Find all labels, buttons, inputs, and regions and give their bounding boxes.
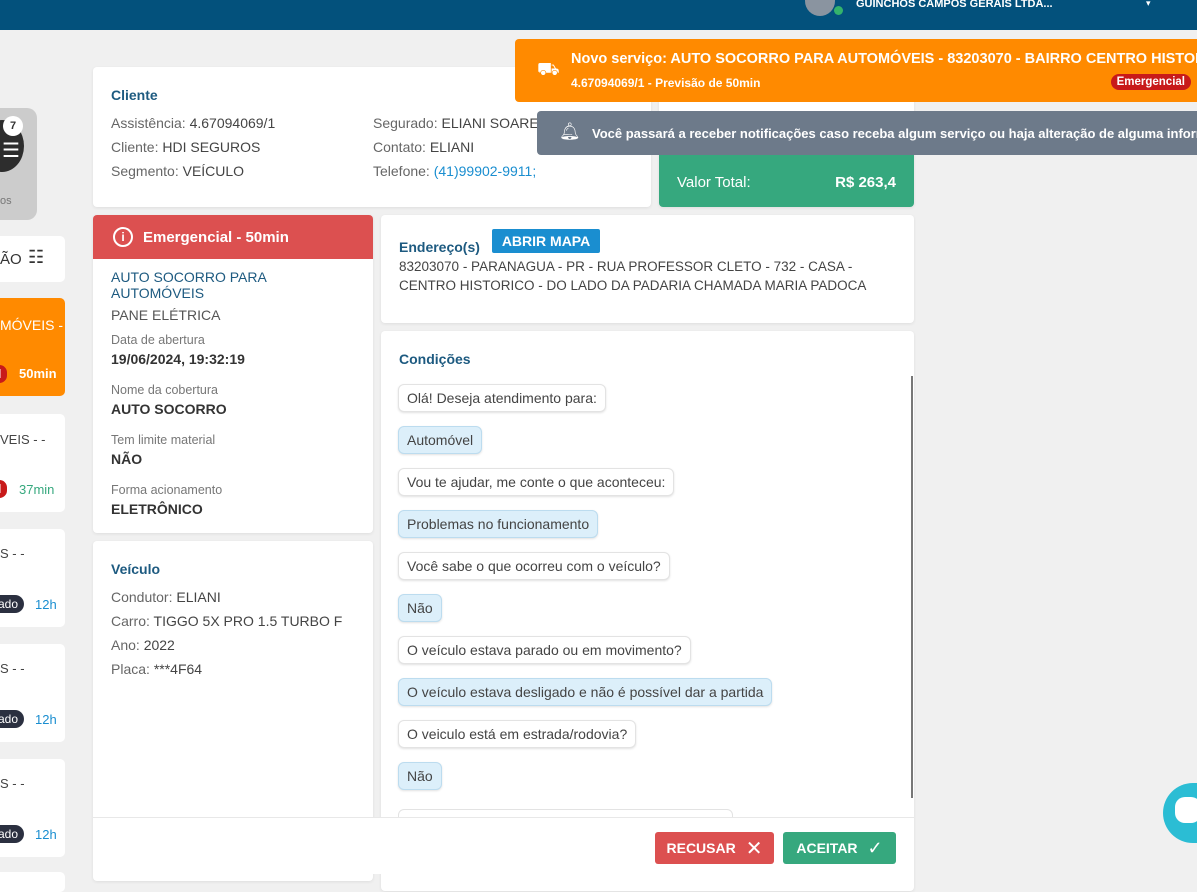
- car-row: Carro: TIGGO 5X PRO 1.5 TURBO F: [111, 613, 343, 629]
- field-label: Tem limite material: [111, 433, 216, 447]
- answer-bubble: O veículo estava desligado e não é possí…: [398, 678, 773, 706]
- card-badge: ado: [0, 710, 25, 728]
- filter-label: ÃO: [0, 251, 22, 268]
- car-icon: ⛟: [537, 59, 560, 79]
- client-row: Cliente: HDI SEGUROS: [111, 139, 261, 155]
- info-text: Você passará a receber notificações caso…: [592, 126, 1197, 141]
- new-service-notification[interactable]: ⛟ Novo serviço: AUTO SOCORRO PARA AUTOMÓ…: [515, 39, 1197, 102]
- card-time: 12h: [35, 827, 57, 842]
- chat-icon: [1175, 797, 1197, 823]
- service-card[interactable]: [0, 872, 65, 892]
- card-title: VEIS - -: [0, 432, 46, 447]
- company-name[interactable]: GUINCHOS CAMPOS GERAIS LTDA...: [856, 0, 1053, 10]
- card-title: S - -: [0, 546, 25, 561]
- card-badge: l: [0, 480, 8, 498]
- answer-bubble: Problemas no funcionamento: [398, 510, 599, 538]
- phone-link[interactable]: (41)99902-9911;: [434, 163, 536, 179]
- card-badge: ado: [0, 825, 25, 843]
- accept-button[interactable]: ACEITAR ✓: [783, 832, 896, 864]
- card-title: S - -: [0, 661, 25, 676]
- sliders-icon[interactable]: ☷: [28, 247, 44, 268]
- emergency-label: Emergencial - 50min: [143, 228, 289, 246]
- service-name: AUTO SOCORRO PARA AUTOMÓVEIS: [111, 269, 267, 301]
- card-badge: l: [0, 365, 8, 383]
- field-value: AUTO SOCORRO: [111, 401, 227, 417]
- total-label: Valor Total:: [677, 174, 751, 191]
- avatar[interactable]: [805, 0, 835, 16]
- field-value: NÃO: [111, 451, 143, 467]
- driver-row: Condutor: ELIANI: [111, 589, 221, 605]
- card-title: MÓVEIS -: [0, 317, 64, 333]
- question-bubble: Olá! Deseja atendimento para:: [398, 384, 606, 412]
- vehicle-title: Veículo: [111, 561, 161, 577]
- notification-subtitle: 4.67094069/1 - Previsão de 50min: [571, 76, 761, 90]
- service-card[interactable]: S - - ado 12h: [0, 529, 65, 627]
- card-title: S - -: [0, 776, 25, 791]
- conditions-title: Condições: [399, 351, 471, 367]
- conditions-card: Condições Olá! Deseja atendimento para: A…: [381, 331, 914, 891]
- field-label: Forma acionamento: [111, 483, 223, 497]
- close-icon: ✕: [745, 837, 763, 860]
- card-time: 50min: [19, 366, 57, 381]
- online-status-dot: [834, 6, 843, 15]
- top-bar: GUINCHOS CAMPOS GERAIS LTDA... ▾: [0, 0, 1197, 30]
- bell-icon: 🔔︎: [559, 122, 581, 141]
- service-card[interactable]: MÓVEIS - l 50min: [0, 298, 65, 396]
- question-bubble: O veículo estava parado ou em movimento?: [398, 636, 691, 664]
- answer-bubble: Não: [398, 594, 442, 622]
- card-time: 12h: [35, 712, 57, 727]
- service-card[interactable]: VEIS - - l 37min: [0, 414, 65, 512]
- filter-bar[interactable]: ÃO ☷: [0, 236, 65, 282]
- plate-row: Placa: ***4F64: [111, 661, 203, 677]
- address-line: 83203070 - PARANAGUA - PR - RUA PROFESSO…: [399, 259, 853, 274]
- question-bubble: Vou te ajudar, me conte o que aconteceu:: [398, 468, 675, 496]
- service-detail-card: i Emergencial - 50min AUTO SOCORRO PARA …: [93, 215, 373, 533]
- segment-row: Segmento: VEÍCULO: [111, 163, 245, 179]
- address-line: CENTRO HISTORICO - DO LADO DA PADARIA CH…: [399, 278, 867, 293]
- chevron-down-icon[interactable]: ▾: [1146, 0, 1151, 9]
- total-value: R$ 263,4: [835, 174, 896, 191]
- tile-label: os: [0, 195, 12, 207]
- service-card[interactable]: S - - ado 12h: [0, 759, 65, 857]
- field-label: Nome da cobertura: [111, 383, 219, 397]
- answer-bubble: Automóvel: [398, 426, 483, 454]
- card-time: 37min: [19, 482, 55, 497]
- service-card[interactable]: S - - ado 12h: [0, 644, 65, 742]
- field-value: ELETRÔNICO: [111, 501, 203, 517]
- chat-widget-button[interactable]: [1163, 783, 1197, 843]
- card-time: 12h: [35, 597, 57, 612]
- info-notification[interactable]: 🔔︎ Você passará a receber notificações c…: [537, 111, 1197, 155]
- question-bubble: O veiculo está em estrada/rodovia?: [398, 720, 637, 748]
- phone-row: Telefone: (41)99902-9911;: [373, 163, 537, 179]
- field-value: 19/06/2024, 19:32:19: [111, 351, 245, 367]
- card-badge: ado: [0, 595, 25, 613]
- year-row: Ano: 2022: [111, 637, 175, 653]
- field-label: Data de abertura: [111, 333, 205, 347]
- address-card: Endereço(s) ABRIR MAPA 83203070 - PARANA…: [381, 215, 914, 323]
- open-map-button[interactable]: ABRIR MAPA: [491, 229, 601, 253]
- chat-list[interactable]: Olá! Deseja atendimento para: Automóvel Vo…: [398, 384, 898, 804]
- assistance-row: Assistência: 4.67094069/1: [111, 115, 276, 131]
- question-bubble: Você sabe o que ocorreu com o veículo?: [398, 552, 670, 580]
- info-icon: i: [113, 227, 133, 247]
- notification-title: Novo serviço: AUTO SOCORRO PARA AUTOMÓVE…: [571, 51, 1197, 67]
- reject-button[interactable]: RECUSAR ✕: [655, 832, 774, 864]
- service-problem: PANE ELÉTRICA: [111, 307, 221, 323]
- count-badge: 7: [3, 116, 23, 136]
- emergency-badge: Emergencial: [1110, 74, 1191, 90]
- emergency-header: i Emergencial - 50min: [93, 215, 373, 259]
- address-title: Endereço(s): [399, 239, 480, 255]
- answer-bubble: Não: [398, 762, 442, 790]
- scrollbar[interactable]: [911, 376, 913, 798]
- check-icon: ✓: [867, 837, 883, 858]
- services-tile[interactable]: ☰ 7 os: [0, 108, 37, 220]
